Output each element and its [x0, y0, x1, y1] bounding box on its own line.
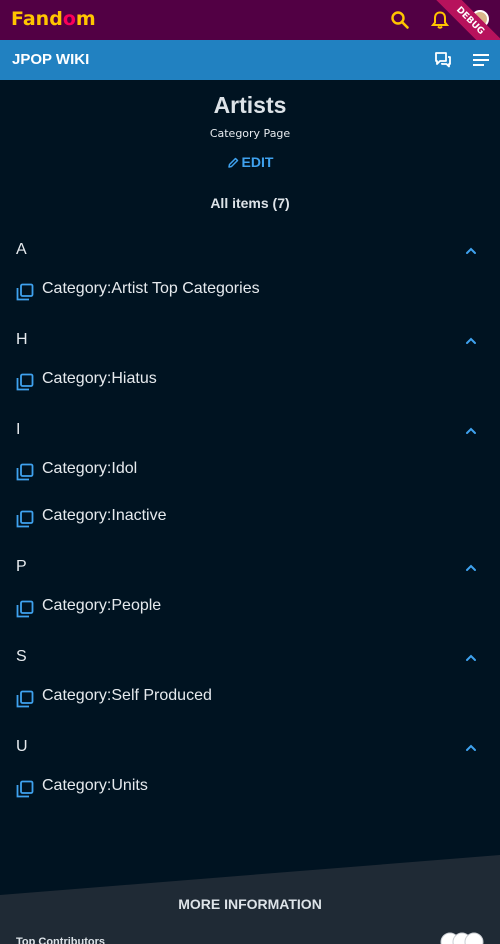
bell-icon[interactable]	[430, 10, 450, 30]
section-letter: P	[16, 558, 27, 575]
pencil-icon	[227, 157, 238, 168]
section-letter: H	[16, 331, 28, 348]
top-contributors-label: Top Contributors	[16, 936, 105, 944]
chevron-up-icon[interactable]	[464, 244, 478, 258]
section-letter: U	[16, 738, 28, 755]
category-pages-icon	[16, 690, 34, 708]
category-link[interactable]: Category:People	[42, 597, 161, 615]
page-title: Artists	[213, 92, 287, 118]
section-letter: I	[16, 421, 21, 438]
wiki-name-link[interactable]: JPOP WIKI	[12, 51, 89, 68]
category-pages-icon	[16, 600, 34, 618]
search-icon[interactable]	[390, 10, 410, 30]
section-header-p[interactable]: P	[0, 547, 500, 587]
chevron-up-icon[interactable]	[464, 424, 478, 438]
category-link[interactable]: Category:Hiatus	[42, 370, 157, 388]
category-pages-icon	[16, 283, 34, 301]
category-link[interactable]: Category:Units	[42, 777, 148, 795]
list-item[interactable]: Category:People	[0, 587, 500, 637]
chevron-up-icon[interactable]	[464, 561, 478, 575]
section-letter: S	[16, 648, 27, 665]
list-item[interactable]: Category:Hiatus	[0, 360, 500, 410]
wiki-navigation: JPOP WIKI	[0, 40, 500, 80]
fandom-logo[interactable]: Fandom	[11, 8, 96, 30]
chevron-up-icon[interactable]	[464, 651, 478, 665]
category-pages-icon	[16, 510, 34, 528]
category-pages-icon	[16, 463, 34, 481]
menu-icon[interactable]	[472, 51, 490, 69]
category-link[interactable]: Category:Idol	[42, 460, 137, 478]
list-item[interactable]: Category:Artist Top Categories	[0, 270, 500, 320]
section-header-u[interactable]: U	[0, 727, 500, 767]
global-navigation: Fandom DEBUG	[0, 0, 500, 40]
category-link[interactable]: Category:Artist Top Categories	[42, 280, 260, 298]
discussion-icon[interactable]	[434, 51, 452, 69]
more-information-heading: MORE INFORMATION	[178, 896, 322, 912]
list-item[interactable]: Category:Self Produced	[0, 677, 500, 727]
list-item[interactable]: Category:Idol	[0, 450, 500, 497]
section-header-s[interactable]: S	[0, 637, 500, 677]
category-pages-icon	[16, 780, 34, 798]
list-item[interactable]: Category:Inactive	[0, 497, 500, 547]
chevron-up-icon[interactable]	[464, 334, 478, 348]
more-information-footer: MORE INFORMATION Top Contributors	[0, 855, 500, 944]
contributor-avatars[interactable]	[440, 930, 486, 944]
page-subtitle: Category Page	[209, 127, 291, 140]
section-header-h[interactable]: H	[0, 320, 500, 360]
all-items-count: All items (7)	[210, 195, 290, 211]
category-members: A Category:Artist Top Categories H Categ…	[0, 230, 500, 817]
category-pages-icon	[16, 373, 34, 391]
page-header: Artists Category Page EDIT All items (7)	[0, 88, 500, 212]
section-header-a[interactable]: A	[0, 230, 500, 270]
section-header-i[interactable]: I	[0, 410, 500, 450]
edit-button[interactable]: EDIT	[227, 153, 274, 171]
category-link[interactable]: Category:Inactive	[42, 507, 167, 525]
category-link[interactable]: Category:Self Produced	[42, 687, 212, 705]
section-letter: A	[16, 241, 27, 258]
edit-label: EDIT	[241, 154, 274, 170]
chevron-up-icon[interactable]	[464, 741, 478, 755]
list-item[interactable]: Category:Units	[0, 767, 500, 817]
